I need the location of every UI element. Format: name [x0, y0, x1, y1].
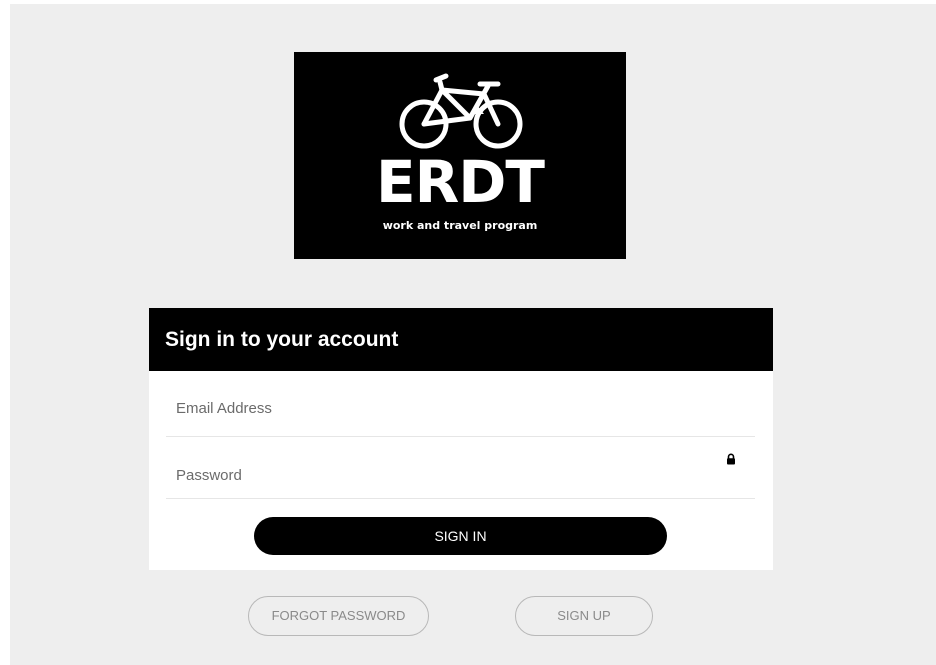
- brand-name: ERDT: [376, 148, 545, 216]
- bicycle-icon: [399, 73, 523, 149]
- sign-in-button[interactable]: SIGN IN: [254, 517, 667, 555]
- signin-title: Sign in to your account: [149, 308, 773, 371]
- signin-card: Sign in to your account SIGN IN: [149, 308, 773, 570]
- page-background: ERDT work and travel program Sign in to …: [10, 4, 936, 665]
- lock-icon: [727, 453, 735, 465]
- brand-tagline: work and travel program: [382, 219, 538, 232]
- password-input[interactable]: [166, 438, 755, 498]
- sign-up-button[interactable]: SIGN UP: [515, 596, 653, 636]
- brand-logo: ERDT work and travel program: [294, 52, 626, 259]
- email-field: [166, 376, 755, 437]
- password-field: [166, 438, 755, 499]
- email-input[interactable]: [166, 376, 755, 436]
- forgot-password-button[interactable]: FORGOT PASSWORD: [248, 596, 429, 636]
